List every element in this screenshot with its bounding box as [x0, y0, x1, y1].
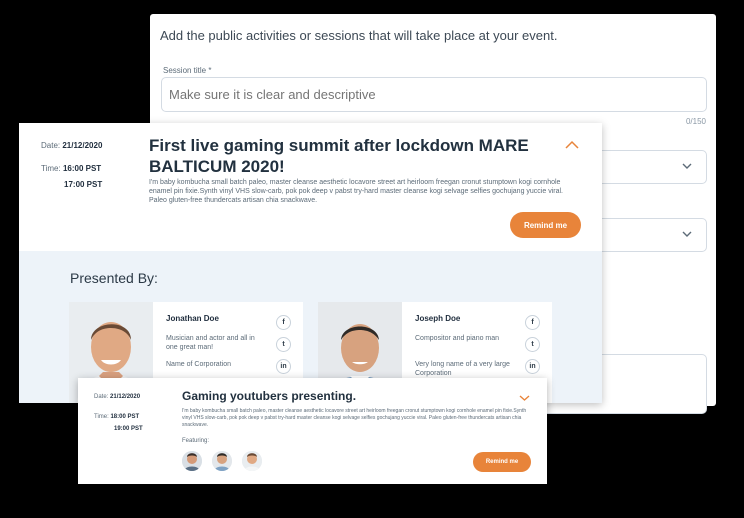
session-time: Time: 16:00 PST: [41, 164, 101, 173]
time-label: Time:: [41, 164, 61, 173]
avatar[interactable]: [242, 451, 262, 471]
presenter-bio: Compositor and piano man: [415, 335, 500, 342]
chevron-down-icon: [682, 163, 692, 169]
date-label: Date:: [94, 394, 109, 400]
session-title-input[interactable]: [161, 77, 707, 112]
twitter-icon[interactable]: t: [525, 337, 540, 352]
avatar[interactable]: [182, 451, 202, 471]
chevron-down-icon: [682, 231, 692, 237]
session-date: Date: 21/12/2020: [94, 394, 140, 400]
linkedin-icon[interactable]: in: [276, 359, 291, 374]
date-label: Date:: [41, 141, 61, 150]
time-label: Time:: [94, 414, 109, 420]
presenter-bio: Musician and actor and all in one great …: [166, 335, 255, 351]
presenter-name: Joseph Doe: [415, 314, 461, 323]
remind-me-button[interactable]: Remind me: [510, 212, 581, 238]
presented-by-heading: Presented By:: [70, 270, 158, 286]
session-card-1: Date: 21/12/2020 Time: 16:00 PST 17:00 P…: [19, 123, 602, 403]
session-description: I'm baby kombucha small batch paleo, mas…: [182, 408, 527, 428]
remind-me-button[interactable]: Remind me: [473, 452, 531, 472]
presenter-org: Name of Corporation: [166, 361, 231, 368]
time-start: 16:00 PST: [62, 164, 102, 173]
time-start: 18:00 PST: [110, 414, 140, 420]
session-date: Date: 21/12/2020: [41, 141, 102, 150]
session-description: I'm baby kombucha small batch paleo, mas…: [149, 179, 563, 204]
session-time: Time: 18:00 PST: [94, 414, 139, 420]
date-value: 21/12/2020: [110, 394, 141, 400]
linkedin-icon[interactable]: in: [525, 359, 540, 374]
twitter-icon[interactable]: t: [276, 337, 291, 352]
session-header: Date: 21/12/2020 Time: 16:00 PST 17:00 P…: [19, 123, 602, 251]
chevron-down-icon[interactable]: [519, 394, 530, 402]
session-title: First live gaming summit after lockdown …: [149, 136, 529, 176]
form-intro-text: Add the public activities or sessions th…: [160, 28, 558, 43]
avatar[interactable]: [212, 451, 232, 471]
time-end: 19:00 PST: [114, 426, 143, 432]
presenter-name: Jonathan Doe: [166, 314, 219, 323]
facebook-icon[interactable]: f: [525, 315, 540, 330]
presenter-org: Very long name of a very large Corporati…: [415, 361, 510, 377]
date-value: 21/12/2020: [62, 141, 103, 150]
session-card-2: Date: 21/12/2020 Time: 18:00 PST 19:00 P…: [78, 378, 547, 484]
session-title: Gaming youtubers presenting.: [182, 389, 357, 403]
chevron-up-icon[interactable]: [565, 140, 579, 150]
featuring-label: Featuring:: [182, 438, 210, 444]
session-title-label: Session title *: [163, 66, 212, 75]
time-end: 17:00 PST: [64, 180, 103, 189]
char-counter: 0/150: [685, 117, 706, 126]
facebook-icon[interactable]: f: [276, 315, 291, 330]
